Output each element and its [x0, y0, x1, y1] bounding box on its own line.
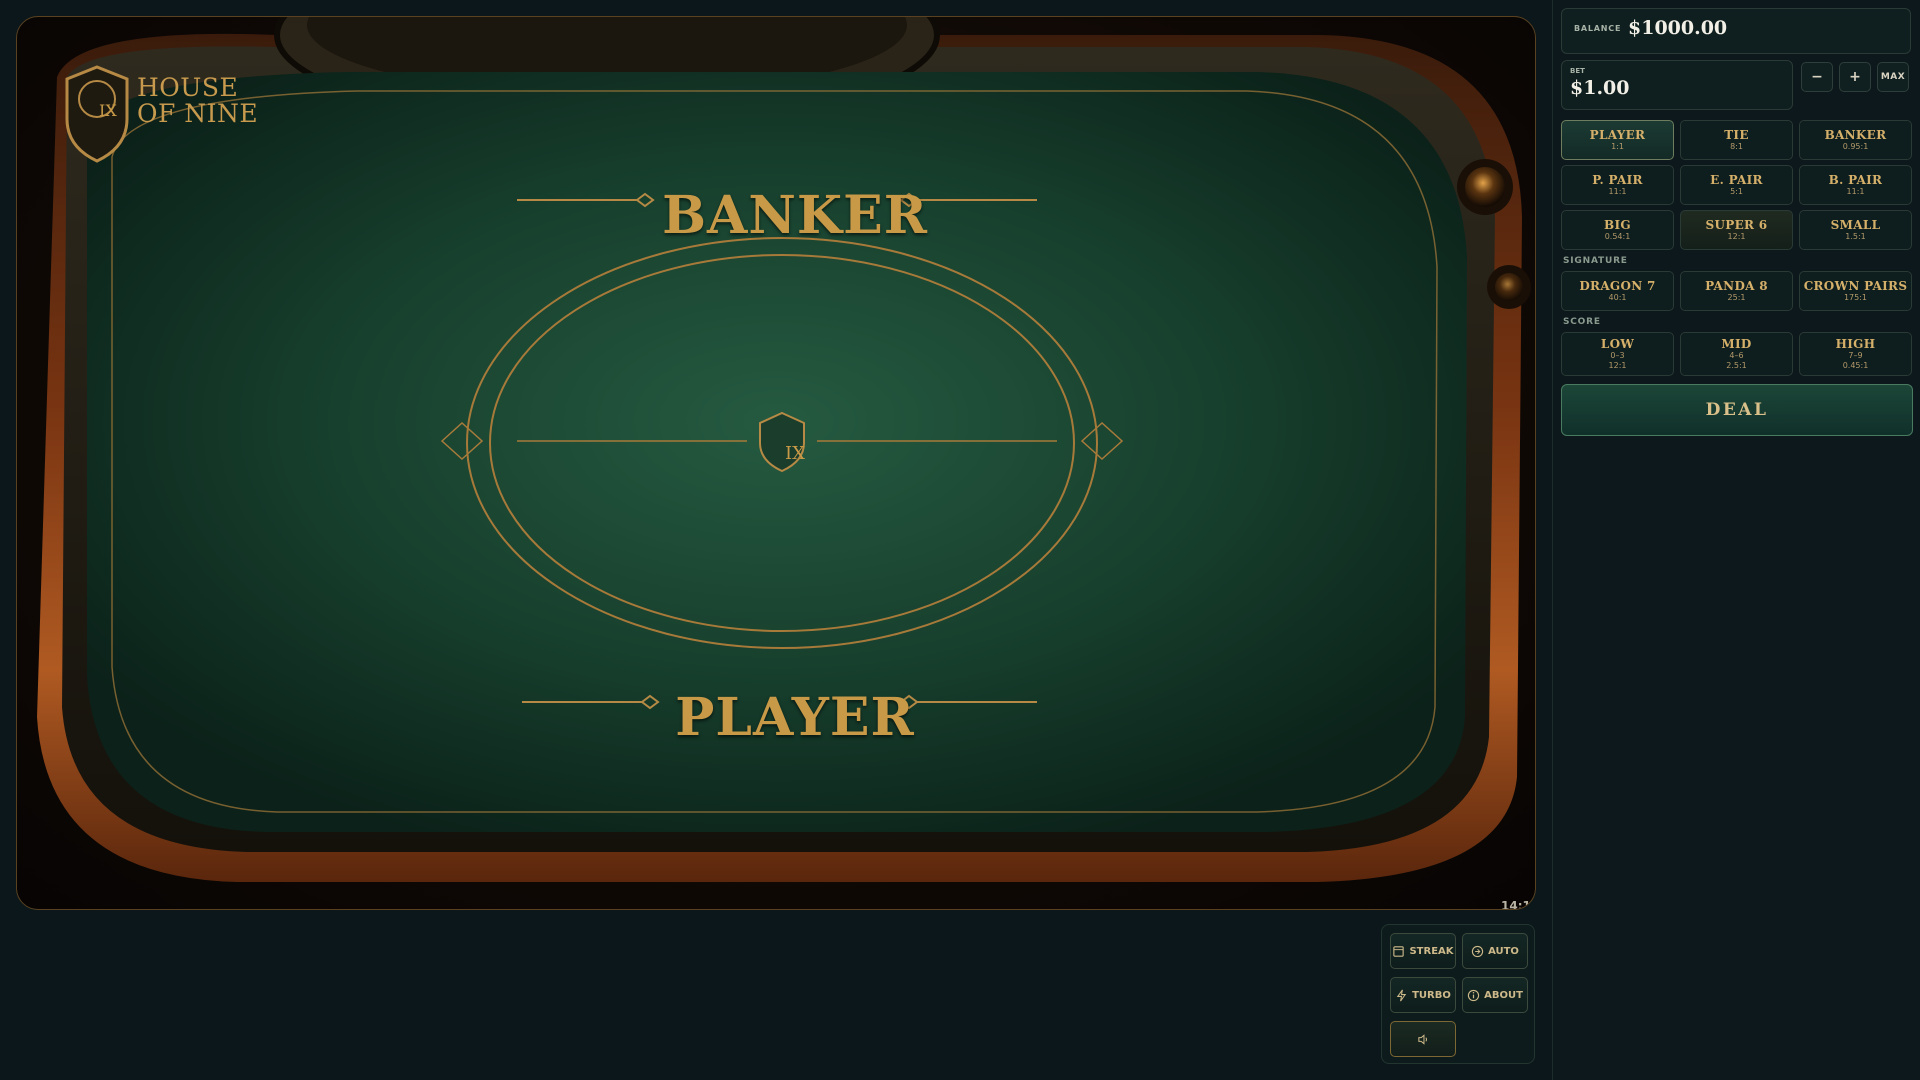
bet-payout: 12:1	[1727, 232, 1746, 241]
turbo-button[interactable]: TURBO	[1390, 977, 1456, 1013]
bet-score-high[interactable]: HIGH 7–9 0.45:1	[1799, 332, 1912, 376]
tools-panel: STREAK AUTO TURBO ABOUT	[1381, 924, 1535, 1064]
max-bet-button[interactable]: MAX	[1877, 62, 1909, 92]
bet-name: SMALL	[1830, 218, 1881, 232]
baccarat-table: HOUSE OF NINE IX BANKER IX PLAYER 14:15	[16, 16, 1536, 910]
bet-score-low[interactable]: LOW 0–3 12:1	[1561, 332, 1674, 376]
deal-button[interactable]: DEAL	[1561, 384, 1913, 436]
bet-value: $1.00	[1570, 77, 1630, 99]
bet-payout: 11:1	[1846, 187, 1865, 196]
bet-name: PLAYER	[1589, 128, 1646, 142]
sound-toggle-button[interactable]	[1390, 1021, 1456, 1057]
score-section-label: SCORE	[1563, 317, 1601, 327]
bet-name: PANDA 8	[1705, 279, 1768, 293]
bet-name: P. PAIR	[1592, 173, 1643, 187]
bet-payout: 1:1	[1611, 142, 1624, 151]
about-label: ABOUT	[1484, 989, 1523, 1001]
balance-display: BALANCE $1000.00	[1561, 8, 1911, 54]
bet-payout: 5:1	[1730, 187, 1743, 196]
balance-value: $1000.00	[1628, 17, 1728, 39]
auto-label: AUTO	[1488, 945, 1519, 957]
bet-name: MID	[1721, 337, 1752, 351]
bet-range: 7–9	[1848, 351, 1863, 360]
auto-icon	[1471, 945, 1484, 957]
bet-payout: 12:1	[1608, 361, 1627, 370]
clock: 14:15	[1501, 899, 1536, 910]
auto-button[interactable]: AUTO	[1462, 933, 1528, 969]
bet-amount-display: BET $1.00	[1561, 60, 1793, 110]
bet-name: LOW	[1600, 337, 1635, 351]
bet-name: TIE	[1724, 128, 1749, 142]
bet-payout: 1.5:1	[1845, 232, 1866, 241]
streak-button[interactable]: STREAK	[1390, 933, 1456, 969]
bet-range: 4–6	[1729, 351, 1744, 360]
bet-payout: 2.5:1	[1726, 361, 1747, 370]
streak-label: STREAK	[1409, 945, 1454, 957]
bet-range: 0–3	[1610, 351, 1625, 360]
bet-super-6[interactable]: SUPER 6 12:1	[1680, 210, 1793, 250]
bet-name: B. PAIR	[1828, 173, 1883, 187]
bet-payout: 0.54:1	[1604, 232, 1631, 241]
signature-section-label: SIGNATURE	[1563, 256, 1628, 266]
bet-either-pair[interactable]: E. PAIR 5:1	[1680, 165, 1793, 205]
bet-payout: 11:1	[1608, 187, 1627, 196]
bet-name: BIG	[1604, 218, 1631, 232]
bet-name: CROWN PAIRS	[1803, 279, 1908, 293]
brand-name-line1: HOUSE	[137, 73, 239, 102]
bet-player-pair[interactable]: P. PAIR 11:1	[1561, 165, 1674, 205]
bet-banker-pair[interactable]: B. PAIR 11:1	[1799, 165, 1912, 205]
bet-big[interactable]: BIG 0.54:1	[1561, 210, 1674, 250]
bet-payout: 40:1	[1608, 293, 1627, 302]
table-center-emblem: IX	[785, 443, 805, 464]
table-artwork	[37, 17, 1531, 883]
balance-label: BALANCE	[1574, 24, 1622, 33]
turbo-label: TURBO	[1412, 989, 1451, 1001]
banker-area-label: BANKER	[662, 185, 928, 246]
bet-name: E. PAIR	[1710, 173, 1763, 187]
bet-payout: 25:1	[1727, 293, 1746, 302]
decrease-bet-button[interactable]: −	[1801, 62, 1833, 92]
bet-crown-pairs[interactable]: CROWN PAIRS 175:1	[1799, 271, 1912, 311]
bet-label: BET	[1570, 67, 1585, 75]
info-icon	[1467, 989, 1480, 1001]
calendar-icon	[1393, 945, 1405, 957]
brand-emblem: IX	[99, 101, 117, 120]
bet-name: DRAGON 7	[1579, 279, 1656, 293]
brand-name-line2: OF NINE	[137, 99, 259, 128]
bet-payout: 0.95:1	[1842, 142, 1869, 151]
bet-score-mid[interactable]: MID 4–6 2.5:1	[1680, 332, 1793, 376]
bet-payout: 0.45:1	[1842, 361, 1869, 370]
bet-name: SUPER 6	[1705, 218, 1768, 232]
bet-name: HIGH	[1835, 337, 1876, 351]
bet-banker[interactable]: BANKER 0.95:1	[1799, 120, 1912, 160]
bet-panda-8[interactable]: PANDA 8 25:1	[1680, 271, 1793, 311]
increase-bet-button[interactable]: +	[1839, 62, 1871, 92]
speaker-icon	[1417, 1033, 1427, 1045]
bet-payout: 8:1	[1730, 142, 1743, 151]
bolt-icon	[1396, 989, 1407, 1001]
bet-name: BANKER	[1824, 128, 1887, 142]
about-button[interactable]: ABOUT	[1462, 977, 1528, 1013]
bet-small[interactable]: SMALL 1.5:1	[1799, 210, 1912, 250]
bet-payout: 175:1	[1843, 293, 1868, 302]
player-area-label: PLAYER	[675, 687, 915, 748]
bet-tie[interactable]: TIE 8:1	[1680, 120, 1793, 160]
bet-player[interactable]: PLAYER 1:1	[1561, 120, 1674, 160]
betting-panel: BALANCE $1000.00 BET $1.00 − + MAX PLAYE…	[1552, 0, 1920, 1080]
brand-logo-text: HOUSE OF NINE	[137, 75, 258, 127]
bet-dragon-7[interactable]: DRAGON 7 40:1	[1561, 271, 1674, 311]
